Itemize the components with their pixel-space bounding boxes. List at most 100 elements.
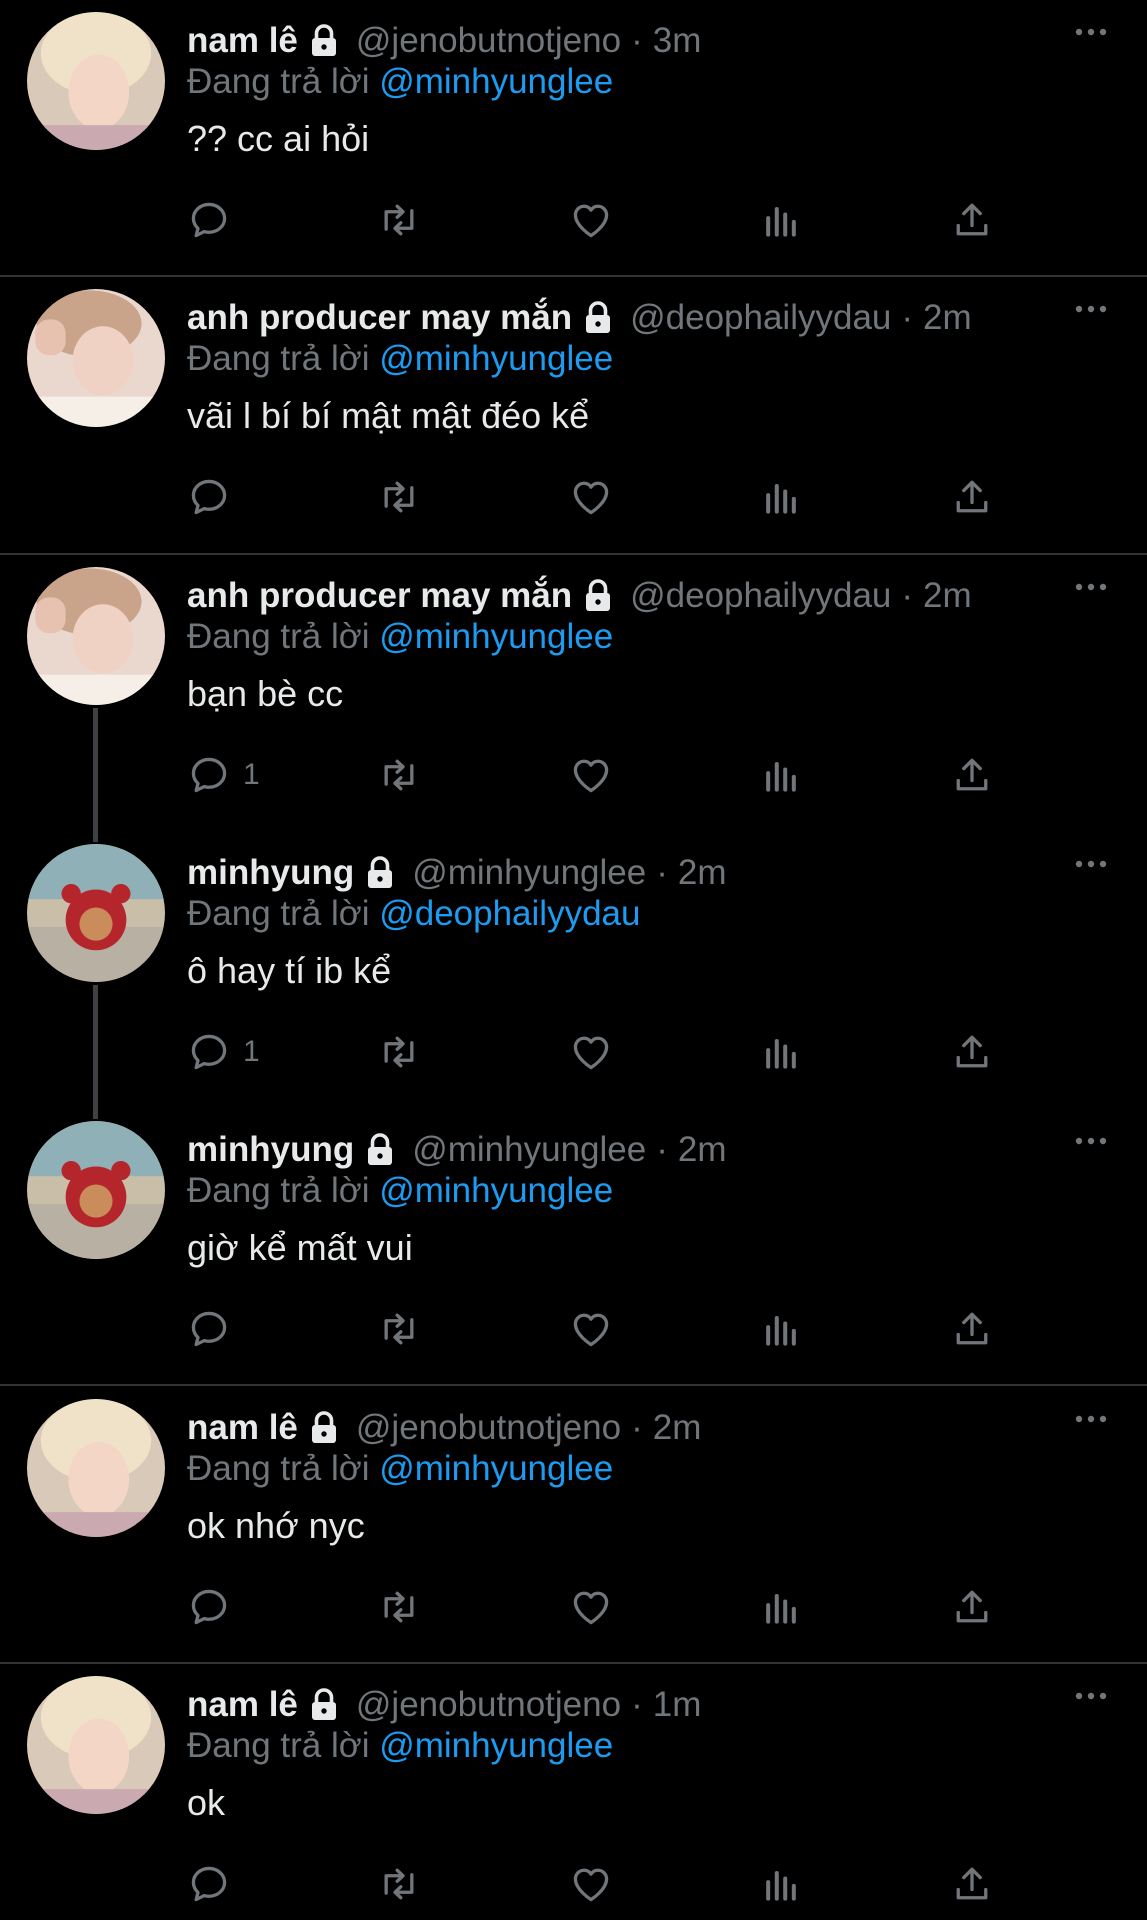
avatar[interactable] [27,1398,165,1537]
reply-button[interactable]: 1 [187,751,260,799]
user-handle[interactable]: @jenobutnotjeno [356,21,621,61]
tweet[interactable]: minhyung @minhyunglee · 2m Đang trả lời … [0,1109,1147,1387]
tweet-text: vãi l bí bí mật mật đéo kể [187,395,590,437]
like-button[interactable] [569,751,613,799]
reply-button[interactable] [187,1860,243,1908]
avatar[interactable] [27,843,165,982]
like-button[interactable] [569,1860,613,1908]
reply-mention-link[interactable]: @deophailyydau [379,894,640,933]
share-button[interactable] [950,1860,994,1908]
replying-to: Đang trả lời @minhyunglee [187,1449,613,1489]
timestamp[interactable]: 2m [678,853,727,893]
user-handle[interactable]: @minhyunglee [412,1130,646,1170]
user-handle[interactable]: @deophailyydau [630,576,891,616]
display-name[interactable]: nam lê [187,1408,298,1448]
retweet-button[interactable] [377,1028,421,1076]
retweet-button[interactable] [377,751,421,799]
share-button[interactable] [950,1305,994,1353]
views-button[interactable] [759,1583,803,1631]
more-icon[interactable] [1073,299,1109,319]
share-button[interactable] [950,751,994,799]
timestamp[interactable]: 2m [923,576,972,616]
user-handle[interactable]: @minhyunglee [412,853,646,893]
more-icon[interactable] [1073,1131,1109,1151]
reply-button[interactable] [187,1583,243,1631]
reply-mention-link[interactable]: @minhyunglee [379,339,613,378]
timestamp[interactable]: 2m [653,1408,702,1448]
more-icon[interactable] [1073,854,1109,874]
display-name[interactable]: nam lê [187,21,298,61]
reply-icon [191,757,227,792]
user-handle[interactable]: @jenobutnotjeno [356,1408,621,1448]
reply-mention-link[interactable]: @minhyunglee [379,1726,613,1765]
views-button[interactable] [759,751,803,799]
views-button[interactable] [759,1028,803,1076]
user-handle[interactable]: @deophailyydau [630,298,891,338]
like-button[interactable] [569,1583,613,1631]
reply-mention-link[interactable]: @minhyunglee [379,62,613,101]
like-button[interactable] [569,196,613,244]
views-button[interactable] [759,473,803,521]
share-button[interactable] [950,196,994,244]
tweet[interactable]: anh producer may mắn @deophailyydau · 2m… [0,555,1147,832]
heart-icon [573,1868,609,1902]
reply-mention-link[interactable]: @minhyunglee [379,617,613,656]
avatar[interactable] [27,566,165,705]
retweet-button[interactable] [377,196,421,244]
user-handle[interactable]: @jenobutnotjeno [356,1685,621,1725]
more-icon[interactable] [1073,1409,1109,1429]
more-icon[interactable] [1073,577,1109,597]
tweet[interactable]: nam lê @jenobutnotjeno · 1m Đang trả lời… [0,1664,1147,1920]
share-button[interactable] [950,1583,994,1631]
more-icon[interactable] [1073,22,1109,42]
avatar[interactable] [27,1675,165,1814]
display-name[interactable]: nam lê [187,1685,298,1725]
tweet-actions: 1 [187,1028,1007,1076]
share-button[interactable] [950,473,994,521]
reply-mention-link[interactable]: @minhyunglee [379,1449,613,1488]
tweet[interactable]: minhyung @minhyunglee · 2m Đang trả lời … [0,832,1147,1109]
views-button[interactable] [759,196,803,244]
share-button[interactable] [950,1028,994,1076]
heart-icon [573,204,609,238]
tweet[interactable]: nam lê @jenobutnotjeno · 3m Đang trả lời… [0,0,1147,278]
retweet-button[interactable] [377,1305,421,1353]
separator-dot: · [901,298,914,338]
replying-to: Đang trả lời @minhyunglee [187,617,613,657]
replying-to: Đang trả lời @minhyunglee [187,1726,613,1766]
reply-mention-link[interactable]: @minhyunglee [379,1171,613,1210]
reply-button[interactable] [187,196,243,244]
reply-button[interactable] [187,473,243,521]
like-button[interactable] [569,473,613,521]
timestamp[interactable]: 2m [678,1130,727,1170]
display-name[interactable]: anh producer may mắn [187,576,572,616]
avatar[interactable] [27,289,165,428]
tweet[interactable]: anh producer may mắn @deophailyydau · 2m… [0,277,1147,555]
reply-button[interactable] [187,1305,243,1353]
timestamp[interactable]: 2m [923,298,972,338]
tweet-text: bạn bè cc [187,672,344,714]
like-button[interactable] [569,1028,613,1076]
bar-chart-icon [766,206,796,237]
views-button[interactable] [759,1860,803,1908]
timestamp[interactable]: 1m [653,1685,702,1725]
tweet[interactable]: nam lê @jenobutnotjeno · 2m Đang trả lời… [0,1387,1147,1664]
more-icon[interactable] [1073,1686,1109,1706]
reply-button[interactable]: 1 [187,1028,260,1076]
retweet-button[interactable] [377,1583,421,1631]
tweet-actions: 1 [187,751,1007,799]
avatar[interactable] [27,1121,165,1260]
like-button[interactable] [569,1305,613,1353]
views-button[interactable] [759,1305,803,1353]
avatar[interactable] [27,12,165,150]
bar-chart-icon [766,1870,796,1901]
lock-icon [368,856,393,888]
display-name[interactable]: anh producer may mắn [187,298,572,338]
timestamp[interactable]: 3m [653,21,702,61]
bar-chart-icon [766,1038,796,1069]
reply-icon [191,1589,227,1624]
display-name[interactable]: minhyung [187,853,354,893]
display-name[interactable]: minhyung [187,1130,354,1170]
retweet-button[interactable] [377,473,421,521]
retweet-button[interactable] [377,1860,421,1908]
